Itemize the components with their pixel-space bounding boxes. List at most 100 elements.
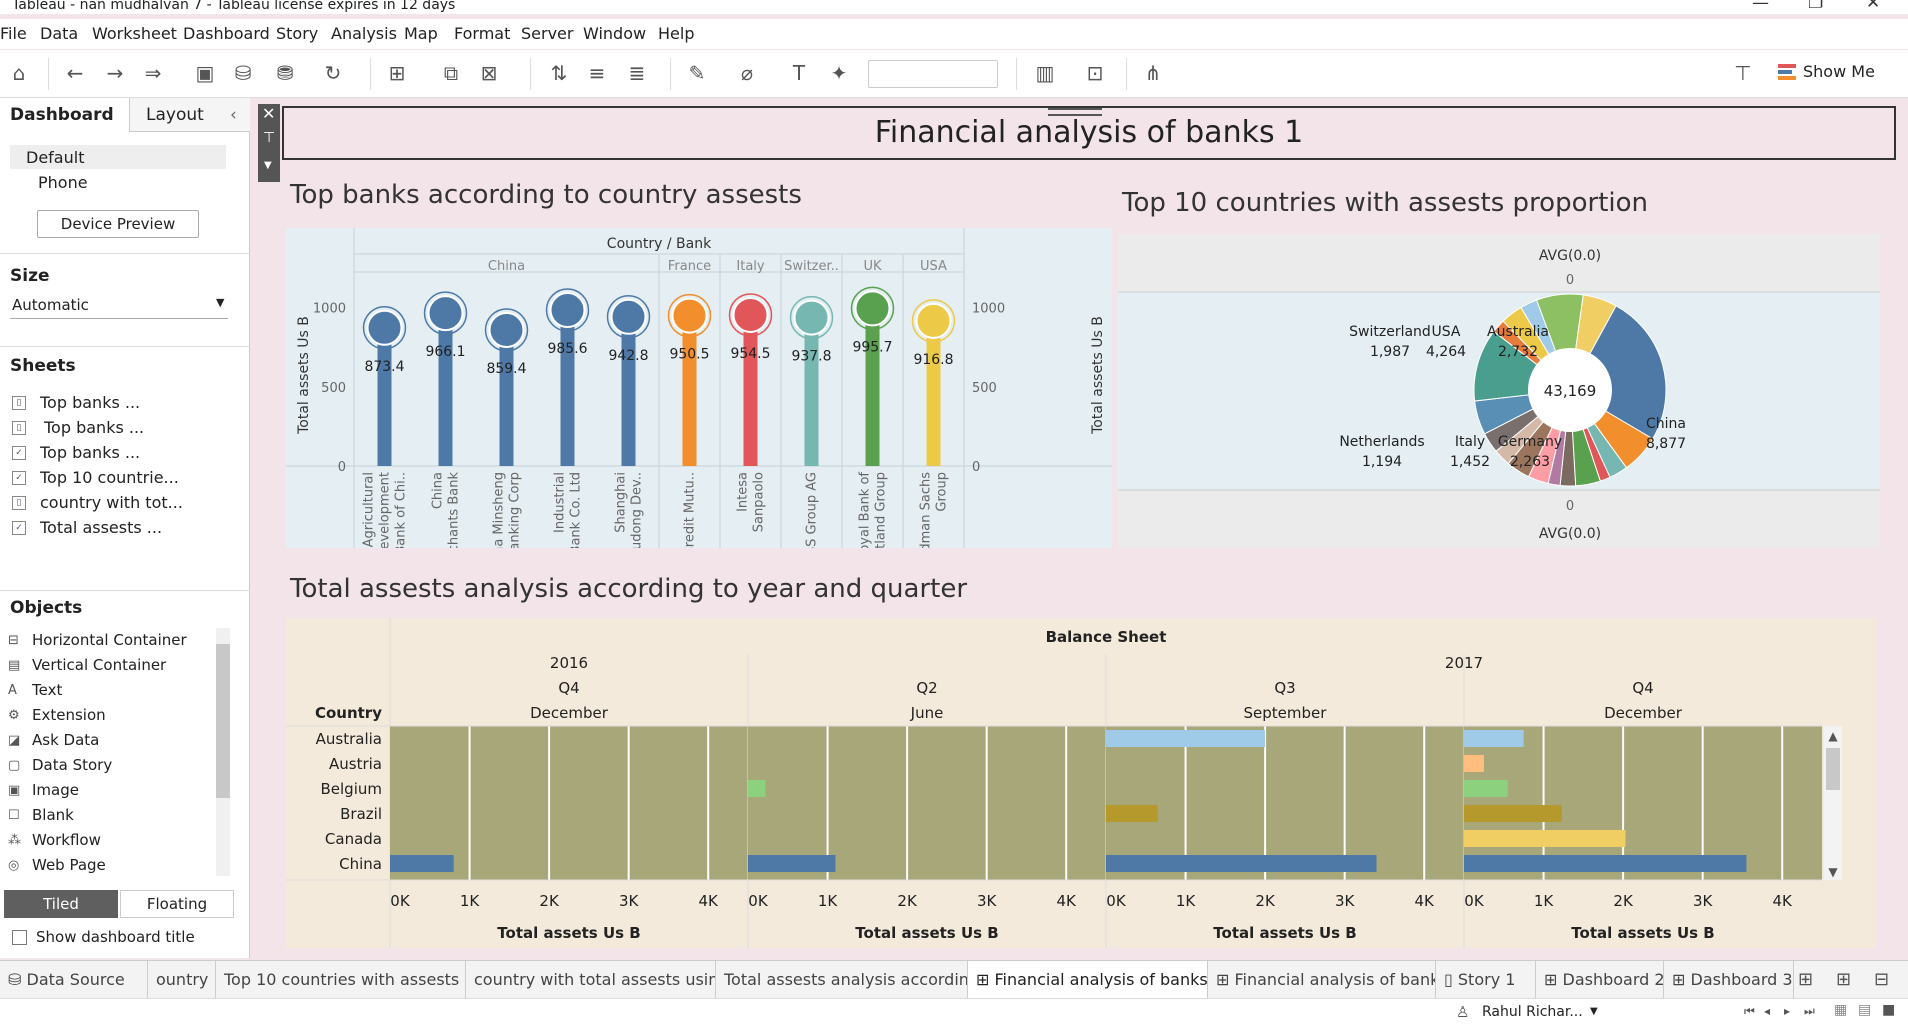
object-item[interactable]: Text (32, 681, 62, 699)
new-worksheet-icon[interactable]: ⊞ (384, 60, 410, 86)
tab-dashboard[interactable]: Dashboard (0, 98, 130, 132)
menu-story[interactable]: Story (276, 24, 318, 43)
tabs-view-icon[interactable]: ■ (1882, 1002, 1895, 1018)
swap-icon[interactable]: ⇅ (546, 60, 572, 86)
back-icon[interactable]: ← (62, 60, 88, 86)
total-assets-bar-chart[interactable]: Balance Sheet Country 2016 Q4 December 0K 1K 2K… (286, 618, 1876, 948)
object-item[interactable]: Horizontal Container (32, 631, 187, 649)
sheet-item[interactable]: Top banks ... (40, 393, 140, 412)
tab-dashboard[interactable]: ⊞ Dashboard 3 (1664, 961, 1794, 999)
pin-icon[interactable]: ✦ (826, 60, 852, 86)
show-me-icon[interactable] (1778, 64, 1796, 68)
scrollbar-thumb[interactable] (216, 644, 230, 798)
sheet-item[interactable]: country with tot... (40, 493, 183, 512)
sheet-sorter-icon[interactable]: ▦ (1834, 1002, 1847, 1018)
pin-icon[interactable]: ⊤ (263, 130, 275, 146)
object-item[interactable]: Blank (32, 806, 74, 824)
clear-sheet-icon[interactable]: ⊠ (476, 60, 502, 86)
redo-dropdown-icon[interactable]: ⇒ (140, 60, 166, 86)
menu-help[interactable]: Help (658, 24, 694, 43)
group-icon[interactable]: ⌀ (734, 60, 760, 86)
menu-window[interactable]: Window (583, 24, 646, 43)
next-sheet-icon[interactable]: ▸ (1784, 1004, 1790, 1018)
menu-worksheet[interactable]: Worksheet (92, 24, 177, 43)
show-cards-icon[interactable]: ▥ (1032, 60, 1058, 86)
minimize-icon[interactable]: — (1752, 0, 1769, 12)
last-sheet-icon[interactable]: ⏭ (1804, 1004, 1815, 1019)
filmstrip-icon[interactable]: ▤ (1858, 1002, 1871, 1018)
collapse-pane-icon[interactable]: ‹ (230, 98, 237, 132)
highlight-icon[interactable]: ✎ (684, 60, 710, 86)
object-item[interactable]: Ask Data (32, 731, 99, 749)
object-item[interactable]: Workflow (32, 831, 101, 849)
new-dashboard-icon[interactable]: ⊞ (1836, 969, 1851, 990)
pause-updates-icon[interactable]: ⛃ (272, 60, 298, 86)
new-worksheet-icon[interactable]: ⊞ (1798, 969, 1813, 990)
tab-layout[interactable]: Layout (146, 98, 204, 132)
tab-story[interactable]: ▯ Story 1 (1436, 961, 1536, 999)
restore-icon[interactable]: ❐ (1808, 0, 1823, 12)
new-datasource-icon[interactable]: ⛁ (230, 60, 256, 86)
tab-sheet[interactable]: Top 10 countries with assests p... (216, 961, 466, 999)
tab-dashboard[interactable]: ⊞ Dashboard 2 (1536, 961, 1664, 999)
object-item[interactable]: Image (32, 781, 79, 799)
show-me-button[interactable]: Show Me (1803, 62, 1875, 81)
close-window-icon[interactable]: ✕ (1866, 0, 1880, 12)
remove-icon[interactable]: ✕ (262, 104, 275, 123)
sort-asc-icon[interactable]: ≡ (584, 60, 610, 86)
tab-sheet[interactable]: ountry ... (148, 961, 216, 999)
object-item[interactable]: Web Page (32, 856, 106, 874)
labels-icon[interactable]: T (786, 60, 812, 86)
forward-icon[interactable]: → (102, 60, 128, 86)
paint-icon[interactable]: ⊤ (1730, 60, 1756, 86)
tab-sheet[interactable]: Total assests analysis according... (716, 961, 968, 999)
header-label: Country / Bank (607, 236, 712, 252)
sheet-item[interactable]: Top banks ... (44, 418, 144, 437)
presentation-icon[interactable]: ⊡ (1082, 60, 1108, 86)
menu-analysis[interactable]: Analysis (331, 24, 397, 43)
device-preview-button[interactable]: Device Preview (37, 210, 199, 238)
save-icon[interactable]: ▣ (192, 60, 218, 86)
tab-data-source[interactable]: ⛁ Data Source (0, 961, 148, 999)
tab-sheet[interactable]: country with total assests using ... (466, 961, 716, 999)
show-title-checkbox[interactable] (12, 930, 27, 945)
value-label: 873.4 (364, 359, 404, 375)
tab-dashboard-active[interactable]: ⊞ Financial analysis of banks 1 (968, 961, 1208, 999)
floating-button[interactable]: Floating (120, 890, 234, 918)
tiled-button[interactable]: Tiled (4, 890, 118, 918)
sheet-item[interactable]: Top 10 countrie... (40, 468, 179, 487)
top-banks-chart[interactable]: Country / Bank China France Italy Switzer.. U… (286, 228, 1112, 548)
more-options-icon[interactable]: ▼ (264, 160, 272, 171)
menu-format[interactable]: Format (454, 24, 510, 43)
menu-server[interactable]: Server (521, 24, 573, 43)
sheet-item[interactable]: Total assests ... (40, 518, 162, 537)
toolbar-separator (1016, 58, 1017, 90)
sort-desc-icon[interactable]: ≣ (624, 60, 650, 86)
menu-data[interactable]: Data (40, 24, 78, 43)
data-story-icon: ▢ (8, 758, 21, 773)
fit-dropdown[interactable] (868, 60, 998, 88)
new-story-icon[interactable]: ⊟ (1874, 969, 1889, 990)
home-icon[interactable]: ⌂ (6, 60, 32, 86)
tab-dashboard[interactable]: ⊞ Financial analysis of banks (1208, 961, 1436, 999)
user-name[interactable]: Rahul Richar... (1482, 1004, 1583, 1020)
sheet-item[interactable]: Top banks ... (40, 443, 140, 462)
menu-dashboard[interactable]: Dashboard (183, 24, 270, 43)
drag-handle-icon[interactable] (1048, 108, 1102, 116)
size-dropdown[interactable]: Automatic (12, 296, 89, 314)
chevron-down-icon[interactable]: ▼ (216, 296, 224, 309)
slice-value: 8,877 (1646, 436, 1686, 452)
chevron-down-icon[interactable]: ▼ (1590, 1006, 1598, 1017)
menu-file[interactable]: File (0, 24, 27, 43)
menu-map[interactable]: Map (404, 24, 438, 43)
share-icon[interactable]: ⋔ (1140, 60, 1166, 86)
countries-pie-chart[interactable]: AVG(0.0) 0 0 AVG(0.0) 43,169 Switzerland 1,987… (1118, 234, 1880, 548)
object-item[interactable]: Data Story (32, 756, 112, 774)
first-sheet-icon[interactable]: ⏮ (1744, 1004, 1755, 1019)
prev-sheet-icon[interactable]: ◂ (1764, 1004, 1770, 1018)
object-item[interactable]: Extension (32, 706, 106, 724)
device-phone[interactable]: Phone (38, 173, 88, 192)
refresh-icon[interactable]: ↻ (320, 60, 346, 86)
duplicate-sheet-icon[interactable]: ⧉ (438, 60, 464, 86)
object-item[interactable]: Vertical Container (32, 656, 166, 674)
